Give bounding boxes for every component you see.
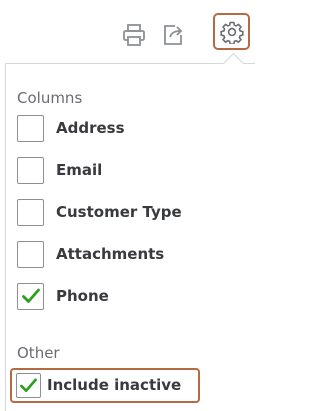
column-option-label: Phone	[56, 287, 109, 305]
column-option-attachments[interactable]: Attachments	[17, 238, 164, 270]
column-option-customer-type[interactable]: Customer Type	[17, 196, 182, 228]
attachments-checkbox[interactable]	[17, 240, 44, 268]
export-button[interactable]	[160, 22, 186, 48]
checkmark-icon	[21, 288, 40, 303]
phone-checkbox[interactable]	[17, 282, 44, 310]
column-option-label: Email	[56, 161, 103, 179]
panel-top-border	[5, 63, 227, 64]
settings-button[interactable]	[213, 13, 250, 50]
column-option-label: Attachments	[56, 245, 165, 263]
gear-icon	[219, 21, 244, 44]
email-checkbox[interactable]	[17, 156, 44, 184]
toolbar	[0, 0, 255, 62]
column-option-label: Address	[56, 119, 125, 137]
column-option-label: Customer Type	[56, 203, 182, 221]
column-option-email[interactable]: Email	[17, 154, 102, 186]
include-inactive-checkbox[interactable]	[16, 372, 41, 398]
column-option-address[interactable]: Address	[17, 112, 125, 144]
print-button[interactable]	[121, 23, 147, 47]
other-heading: Other	[17, 344, 60, 362]
other-option-include-inactive[interactable]: Include inactive	[16, 369, 181, 401]
address-checkbox[interactable]	[17, 114, 44, 142]
other-option-label: Include inactive	[47, 376, 182, 394]
column-option-phone[interactable]: Phone	[17, 280, 109, 312]
printer-icon	[123, 24, 145, 46]
export-icon	[164, 25, 183, 45]
customer-type-checkbox[interactable]	[17, 198, 44, 226]
columns-heading: Columns	[17, 89, 83, 107]
checkmark-icon	[20, 378, 37, 392]
